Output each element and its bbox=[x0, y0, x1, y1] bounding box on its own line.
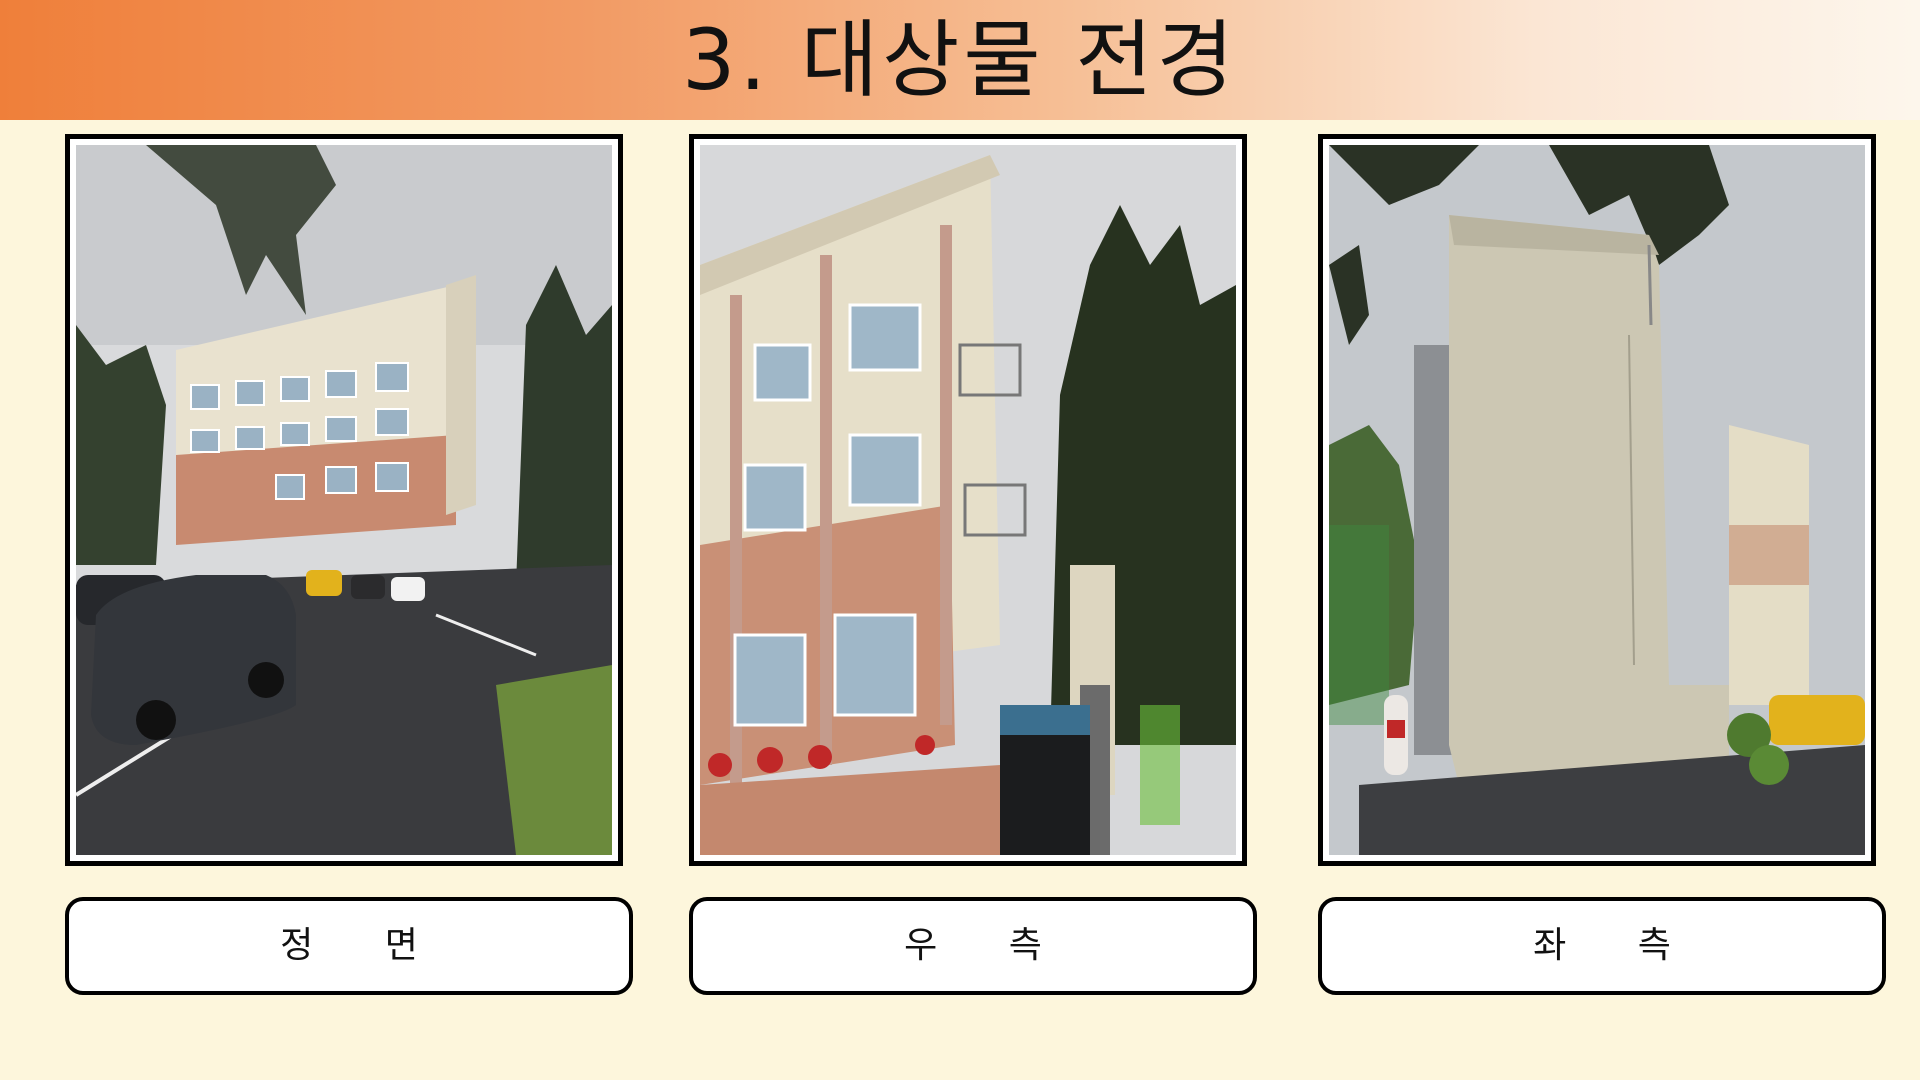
caption-right: 우 측 bbox=[689, 897, 1257, 995]
building-right-side-photo bbox=[700, 145, 1236, 855]
photo-frame-front bbox=[65, 134, 623, 866]
title-banner: 3. 대상물 전경 bbox=[0, 0, 1920, 120]
building-front-photo bbox=[76, 145, 612, 855]
caption-front: 정 면 bbox=[65, 897, 633, 995]
photo-frame-left bbox=[1318, 134, 1876, 866]
building-left-side-photo bbox=[1329, 145, 1865, 855]
photo-frame-right bbox=[689, 134, 1247, 866]
slide-title: 3. 대상물 전경 bbox=[682, 11, 1238, 109]
caption-left: 좌 측 bbox=[1318, 897, 1886, 995]
